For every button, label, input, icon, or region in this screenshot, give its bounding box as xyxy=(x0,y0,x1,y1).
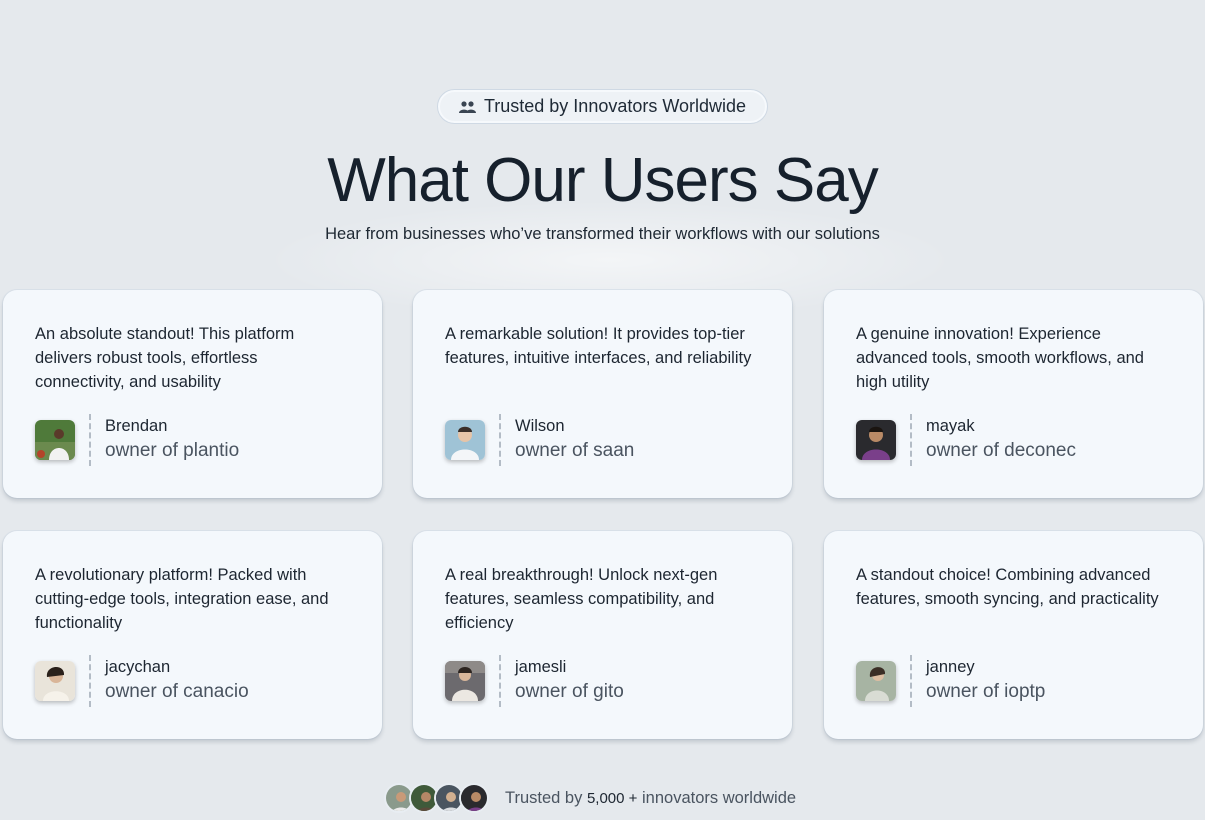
testimonial-quote: A remarkable solution! It provides top-t… xyxy=(445,325,752,367)
page-title: What Our Users Say xyxy=(327,146,878,215)
avatar xyxy=(459,783,489,813)
footer-prefix: Trusted by xyxy=(505,788,583,807)
footer-suffix: innovators worldwide xyxy=(642,788,797,807)
avatar xyxy=(445,661,485,701)
testimonial-card: A remarkable solution! It provides top-t… xyxy=(413,290,792,498)
testimonial-author: jacychan owner of canacio xyxy=(35,655,249,707)
author-divider xyxy=(89,414,91,466)
avatar xyxy=(35,661,75,701)
author-name: Brendan xyxy=(105,416,168,435)
author-divider xyxy=(499,655,501,707)
testimonial-card: A real breakthrough! Unlock next-gen fea… xyxy=(413,531,792,739)
author-name: mayak xyxy=(926,416,975,435)
avatar xyxy=(856,420,896,460)
testimonial-quote: A standout choice! Combining advanced fe… xyxy=(856,566,1159,608)
testimonial-card: An absolute standout! This platform deli… xyxy=(3,290,382,498)
trust-footer: Trusted by 5,000 + innovators worldwide xyxy=(384,782,796,814)
author-name: jacychan xyxy=(105,657,171,676)
author-role: owner of plantio xyxy=(105,439,240,461)
author-name: janney xyxy=(926,657,975,676)
trust-badge: Trusted by Innovators Worldwide xyxy=(437,89,768,124)
testimonial-card: A standout choice! Combining advanced fe… xyxy=(824,531,1203,739)
testimonial-quote: A genuine innovation! Experience advance… xyxy=(856,325,1144,391)
testimonial-quote: A real breakthrough! Unlock next-gen fea… xyxy=(445,566,718,632)
testimonial-author: Brendan owner of plantio xyxy=(35,414,239,466)
trust-badge-label: Trusted by Innovators Worldwide xyxy=(483,96,747,116)
author-divider xyxy=(499,414,501,466)
testimonial-author: janney owner of ioptp xyxy=(856,655,1045,707)
avatar-stack xyxy=(384,783,489,813)
author-role: owner of saan xyxy=(515,439,635,461)
author-divider xyxy=(910,414,912,466)
testimonial-author: mayak owner of deconec xyxy=(856,414,1076,466)
users-icon xyxy=(458,100,476,113)
author-role: owner of deconec xyxy=(926,439,1076,461)
author-role: owner of canacio xyxy=(105,680,249,702)
testimonial-quote: An absolute standout! This platform deli… xyxy=(35,325,295,391)
trust-footer-text: Trusted by 5,000 + innovators worldwide xyxy=(505,789,796,808)
author-name: Wilson xyxy=(515,416,565,435)
testimonial-card: A genuine innovation! Experience advance… xyxy=(824,290,1203,498)
avatar xyxy=(35,420,75,460)
user-count: 5,000 + xyxy=(586,789,638,807)
testimonial-quote: A revolutionary platform! Packed with cu… xyxy=(35,566,329,632)
page-subtitle: Hear from businesses who’ve transformed … xyxy=(325,225,880,243)
avatar xyxy=(856,661,896,701)
author-name: jamesli xyxy=(515,657,567,676)
testimonial-author: jamesli owner of gito xyxy=(445,655,624,707)
testimonial-author: Wilson owner of saan xyxy=(445,414,634,466)
avatar xyxy=(445,420,485,460)
author-role: owner of gito xyxy=(515,680,624,702)
author-divider xyxy=(89,655,91,707)
testimonial-card: A revolutionary platform! Packed with cu… xyxy=(3,531,382,739)
author-role: owner of ioptp xyxy=(926,680,1046,702)
author-divider xyxy=(910,655,912,707)
